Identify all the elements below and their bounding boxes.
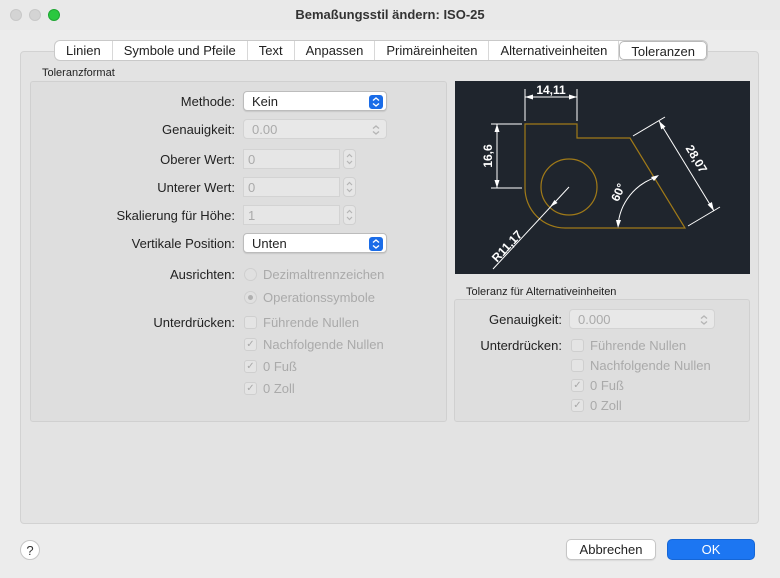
align-label: Ausrichten: xyxy=(169,267,235,282)
tolerance-format-group-label: Toleranzformat xyxy=(42,67,115,79)
chevron-updown-icon xyxy=(369,95,383,109)
vertical-position-select[interactable]: Unten xyxy=(243,233,387,253)
tab-primaereinheiten[interactable]: Primäreinheiten xyxy=(375,41,490,60)
tab-text[interactable]: Text xyxy=(248,41,295,60)
precision-select-value: 0.00 xyxy=(252,122,278,137)
alt-suppress-zero-inches-checkbox[interactable]: ✓ xyxy=(571,399,584,412)
alt-suppress-leading-zeros-checkbox[interactable] xyxy=(571,339,584,352)
align-decimal-radio[interactable] xyxy=(244,268,257,281)
method-select-value: Kein xyxy=(252,94,279,109)
method-label: Methode: xyxy=(180,94,235,109)
preview-labels: 14,11 16,6 28,07 60° R11,17 xyxy=(481,83,710,265)
lower-value-stepper[interactable] xyxy=(343,177,356,197)
alt-suppress-zero-feet-checkbox[interactable]: ✓ xyxy=(571,379,584,392)
dimension-style-preview: 14,11 16,6 28,07 60° R11,17 xyxy=(455,81,750,274)
suppress-zero-feet-label: 0 Fuß xyxy=(263,359,297,374)
help-button[interactable]: ? xyxy=(20,540,40,560)
tab-bar: Linien Symbole und Pfeile Text Anpassen … xyxy=(54,40,709,61)
precision-label: Genauigkeit: xyxy=(162,122,235,137)
tab-symbole-und-pfeile[interactable]: Symbole und Pfeile xyxy=(113,41,248,60)
ok-button[interactable]: OK xyxy=(667,539,755,560)
precision-select[interactable]: 0.00 xyxy=(243,119,387,139)
alt-tolerance-group-label: Toleranz für Alternativeinheiten xyxy=(466,286,617,298)
align-decimal-label: Dezimaltrennzeichen xyxy=(263,267,385,282)
suppress-zero-inches-checkbox[interactable]: ✓ xyxy=(244,382,257,395)
upper-value-field[interactable]: 0 xyxy=(243,149,340,169)
suppress-leading-zeros-label: Führende Nullen xyxy=(263,315,360,330)
preview-geometry xyxy=(524,123,687,229)
suppress-trailing-zeros-label: Nachfolgende Nullen xyxy=(263,337,384,352)
window-title: Bemaßungsstil ändern: ISO-25 xyxy=(295,7,485,22)
suppress-zero-inches-label: 0 Zoll xyxy=(263,381,295,396)
tab-anpassen[interactable]: Anpassen xyxy=(295,41,376,60)
lower-value-label: Unterer Wert: xyxy=(157,180,235,195)
tab-alternativeinheiten[interactable]: Alternativeinheiten xyxy=(489,41,620,60)
alt-precision-label: Genauigkeit: xyxy=(489,312,562,327)
lower-value-field[interactable]: 0 xyxy=(243,177,340,197)
vertical-position-select-value: Unten xyxy=(252,236,287,251)
method-select[interactable]: Kein xyxy=(243,91,387,111)
align-operational-radio[interactable] xyxy=(244,291,257,304)
tab-toleranzen[interactable]: Toleranzen xyxy=(619,41,708,60)
alt-suppress-trailing-zeros-checkbox[interactable] xyxy=(571,359,584,372)
chevron-updown-icon xyxy=(369,123,383,137)
suppress-leading-zeros-checkbox[interactable] xyxy=(244,316,257,329)
alt-suppress-label: Unterdrücken: xyxy=(480,338,562,353)
height-scale-label: Skalierung für Höhe: xyxy=(116,208,235,223)
chevron-updown-icon xyxy=(369,237,383,251)
preview-drawing: 14,11 16,6 28,07 60° R11,17 xyxy=(481,83,721,270)
dim-angle-label: 60° xyxy=(608,181,628,203)
upper-value-label: Oberer Wert: xyxy=(160,152,235,167)
chevron-updown-icon xyxy=(697,313,711,327)
alt-suppress-zero-inches-label: 0 Zoll xyxy=(590,398,622,413)
alt-suppress-trailing-zeros-label: Nachfolgende Nullen xyxy=(590,358,711,373)
cancel-button[interactable]: Abbrechen xyxy=(566,539,656,560)
alt-precision-select-value: 0.000 xyxy=(578,312,611,327)
upper-value-stepper[interactable] xyxy=(343,149,356,169)
dim-left-label: 16,6 xyxy=(481,144,495,168)
alt-precision-select[interactable]: 0.000 xyxy=(569,309,715,329)
height-scale-field[interactable]: 1 xyxy=(243,205,340,225)
alt-suppress-zero-feet-label: 0 Fuß xyxy=(590,378,624,393)
suppress-zero-feet-checkbox[interactable]: ✓ xyxy=(244,360,257,373)
height-scale-stepper[interactable] xyxy=(343,205,356,225)
dim-top-label: 14,11 xyxy=(536,83,566,97)
alt-suppress-leading-zeros-label: Führende Nullen xyxy=(590,338,687,353)
suppress-trailing-zeros-checkbox[interactable]: ✓ xyxy=(244,338,257,351)
align-operational-label: Operationssymbole xyxy=(263,290,375,305)
suppress-label: Unterdrücken: xyxy=(153,315,235,330)
dim-diagonal-label: 28,07 xyxy=(683,142,711,175)
vertical-position-label: Vertikale Position: xyxy=(131,236,235,251)
tab-linien[interactable]: Linien xyxy=(55,41,113,60)
dim-radius-label: R11,17 xyxy=(489,227,525,265)
